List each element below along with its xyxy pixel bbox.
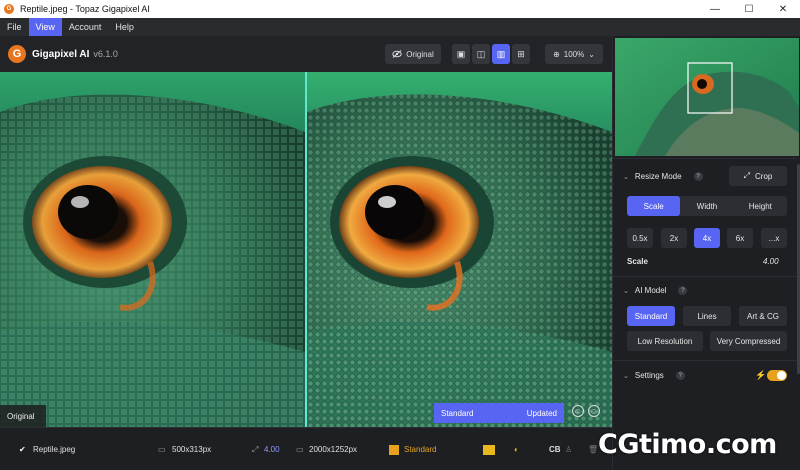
- original-label: Original: [0, 405, 46, 427]
- scale-factor: 4.00: [264, 445, 280, 454]
- settings-label: Settings: [634, 371, 664, 380]
- input-size: 500x313px: [172, 445, 212, 454]
- resize-mode-segmented: Scale Width Height: [627, 196, 787, 216]
- settings-toggle[interactable]: [767, 370, 787, 381]
- original-button-label: Original: [406, 49, 434, 59]
- app-header: G Gigapixel AI v6.1.0 Original ▣ ◫ ▥ ⊞ ⊕…: [0, 36, 612, 72]
- menu-file[interactable]: File: [0, 18, 29, 36]
- output-size: 2000x1252px: [309, 445, 358, 454]
- enhanced-preview-pane[interactable]: [307, 72, 612, 427]
- view-mode-group: ▣ ◫ ▥ ⊞: [452, 44, 530, 64]
- mode-scale-button[interactable]: Scale: [627, 196, 681, 216]
- side-by-side-view-icon[interactable]: ▥: [492, 44, 510, 64]
- app-name: Gigapixel AI: [32, 48, 90, 60]
- noise-reduction-icon[interactable]: [483, 445, 495, 455]
- menu-help[interactable]: Help: [108, 18, 141, 36]
- menu-account[interactable]: Account: [62, 18, 109, 36]
- mode-height-button[interactable]: Height: [734, 196, 787, 216]
- scale-icon: ⤢: [252, 445, 259, 454]
- menu-bar: File View Account Help: [0, 18, 800, 36]
- scale-2x-button[interactable]: 2x: [661, 228, 687, 248]
- help-icon[interactable]: ?: [678, 286, 688, 295]
- app-icon: G: [4, 4, 14, 14]
- contrast-icon[interactable]: ◐: [514, 445, 519, 454]
- checkmark-icon[interactable]: ✔: [19, 445, 26, 454]
- minimize-icon[interactable]: —: [698, 0, 732, 18]
- zoom-icon: ⊕: [553, 49, 560, 59]
- chevron-down-icon: ⌄: [588, 49, 595, 59]
- image-size-icon: ▭: [158, 445, 166, 454]
- ai-model-label: AI Model: [634, 286, 667, 295]
- chevron-down-icon: ⌄: [623, 287, 629, 295]
- crop-button-label: Crop: [755, 171, 773, 181]
- file-name: Reptile.jpeg: [33, 445, 76, 454]
- reptile-thumbnail-image: [615, 38, 799, 156]
- scale-value[interactable]: 4.00: [763, 257, 779, 266]
- maximize-icon[interactable]: ☐: [732, 0, 766, 18]
- zoom-dropdown[interactable]: ⊕ 100% ⌄: [545, 44, 603, 64]
- split-view-icon[interactable]: ◫: [472, 44, 490, 64]
- window-title-bar: G Reptile.jpeg - Topaz Gigapixel AI — ☐ …: [0, 0, 800, 18]
- status-model: Standard: [441, 408, 474, 418]
- preview-area[interactable]: Original Standard Updated ☺ ☺: [0, 72, 612, 427]
- resize-mode-header[interactable]: ⌄ Resize Mode ?: [623, 172, 703, 181]
- person-icon[interactable]: ♙: [565, 445, 572, 454]
- app-version: v6.1.0: [93, 49, 118, 59]
- face-icon[interactable]: ☺: [572, 405, 584, 417]
- navigator-thumbnail[interactable]: [615, 38, 799, 156]
- model-name: Standard: [404, 445, 437, 454]
- watermark-text: CGtimo.com: [598, 429, 777, 460]
- reptile-enhanced-image: [307, 72, 612, 427]
- crop-button[interactable]: ⤢ Crop: [729, 166, 787, 186]
- original-toggle-button[interactable]: Original: [385, 44, 441, 64]
- model-low-resolution-button[interactable]: Low Resolution: [627, 331, 703, 351]
- reptile-original-image: [0, 72, 305, 427]
- menu-view[interactable]: View: [28, 18, 62, 36]
- mode-width-button[interactable]: Width: [680, 196, 733, 216]
- panel-divider: [613, 158, 797, 159]
- help-icon[interactable]: ?: [693, 172, 703, 181]
- grid-view-icon[interactable]: ⊞: [512, 44, 530, 64]
- color-balance-label[interactable]: CB: [549, 445, 561, 454]
- status-updated: Updated: [526, 408, 557, 418]
- processing-status-bar: Standard Updated: [434, 403, 564, 423]
- model-lines-button[interactable]: Lines: [683, 306, 731, 326]
- output-size-icon: ▭: [296, 445, 304, 454]
- gigapixel-logo-icon: G: [8, 45, 26, 63]
- scale-0-5x-button[interactable]: 0.5x: [627, 228, 653, 248]
- single-view-icon[interactable]: ▣: [452, 44, 470, 64]
- window-title: Reptile.jpeg - Topaz Gigapixel AI: [20, 4, 150, 14]
- panel-divider: [613, 276, 797, 277]
- crop-icon: ⤢: [743, 171, 751, 180]
- model-art-cg-button[interactable]: Art & CG: [739, 306, 787, 326]
- panel-divider: [613, 360, 797, 361]
- chevron-down-icon: ⌄: [623, 372, 629, 380]
- scale-custom-button[interactable]: ...x: [761, 228, 787, 248]
- model-icon: [389, 445, 399, 455]
- scale-label: Scale: [627, 257, 648, 266]
- chevron-down-icon: ⌄: [623, 173, 629, 181]
- close-icon[interactable]: ✕: [766, 0, 800, 18]
- lightning-icon: ⚡: [755, 370, 767, 380]
- ai-model-header[interactable]: ⌄ AI Model ?: [623, 286, 688, 295]
- settings-header[interactable]: ⌄ Settings ?: [623, 371, 685, 380]
- face-compare-group: ☺ ☺: [572, 405, 600, 417]
- zoom-value: 100%: [563, 49, 585, 59]
- scale-4x-button[interactable]: 4x: [694, 228, 720, 248]
- original-preview-pane[interactable]: Original: [0, 72, 305, 427]
- eye-off-icon: [392, 50, 402, 58]
- help-icon[interactable]: ?: [675, 371, 685, 380]
- trash-icon[interactable]: 🗑: [588, 445, 598, 454]
- settings-panel: ⌄ Resize Mode ? ⤢ Crop Scale Width Heigh…: [612, 36, 800, 470]
- face-alt-icon[interactable]: ☺: [588, 405, 600, 417]
- window-controls: — ☐ ✕: [698, 0, 800, 18]
- file-info-bar: ✔ Reptile.jpeg ▭ 500x313px ⤢ 4.00 ▭ 2000…: [0, 427, 612, 470]
- model-standard-button[interactable]: Standard: [627, 306, 675, 326]
- scale-6x-button[interactable]: 6x: [727, 228, 753, 248]
- model-very-compressed-button[interactable]: Very Compressed: [710, 331, 787, 351]
- resize-mode-label: Resize Mode: [634, 172, 682, 181]
